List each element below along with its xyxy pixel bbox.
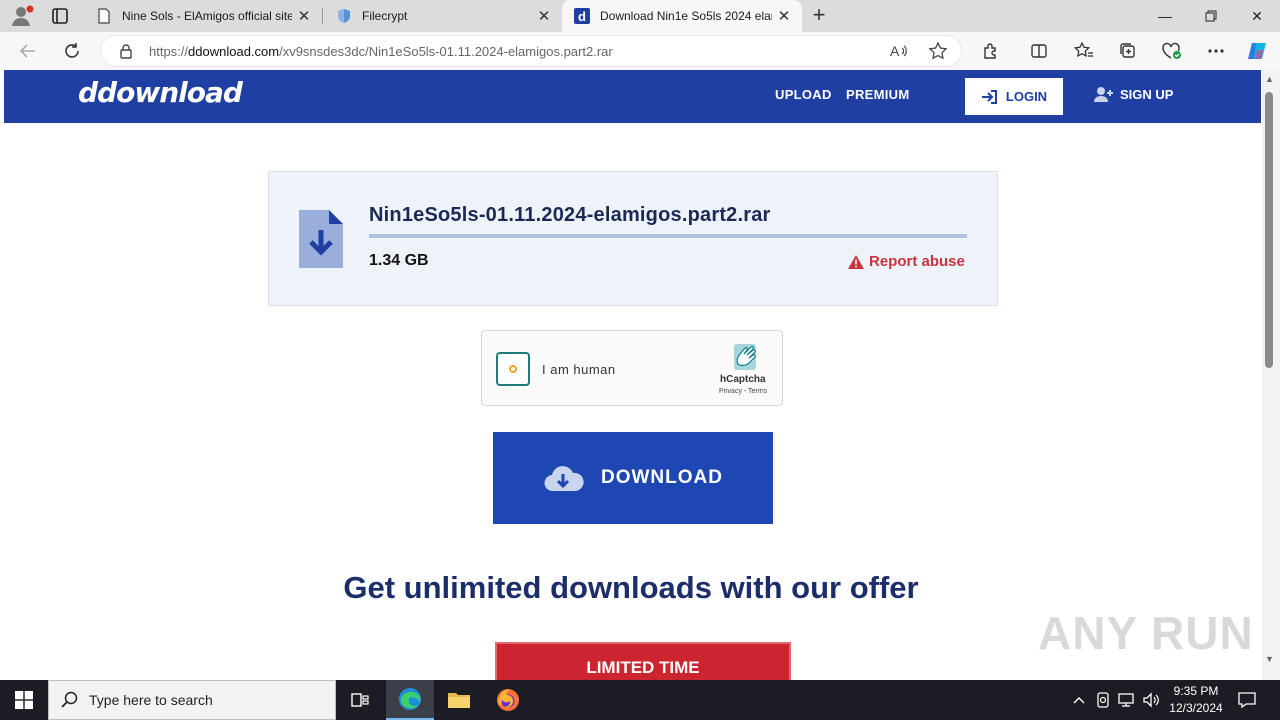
tab-divider [322, 8, 323, 24]
device-icon[interactable] [1092, 690, 1114, 710]
tab-actions-icon[interactable] [48, 5, 72, 27]
cloud-download-icon [543, 463, 585, 493]
taskbar-search-box[interactable]: Type here to search [48, 680, 336, 720]
download-button[interactable]: DOWNLOAD [493, 432, 773, 524]
search-placeholder: Type here to search [89, 692, 213, 708]
login-icon [981, 89, 997, 104]
windows-taskbar: Type here to search 9:35 PM 12/3/2024 [0, 680, 1280, 720]
network-icon[interactable] [1116, 690, 1138, 710]
page-icon [96, 8, 112, 24]
url-path: /xv9snsdes3dc/Nin1eSo5ls-01.11.2024-elam… [279, 44, 613, 59]
tab-label: Filecrypt [362, 9, 408, 23]
browser-titlebar: Nine Sols - ElAmigos official site ✕ Fil… [0, 0, 1280, 32]
file-info-card: Nin1eSo5ls-01.11.2024-elamigos.part2.rar… [268, 171, 998, 306]
tab-filecrypt[interactable]: Filecrypt ✕ [324, 0, 562, 32]
login-label: LOGIN [1005, 89, 1048, 104]
page-viewport: ddownload UPLOAD PREMIUM LOGIN SIGN UP N… [0, 70, 1280, 680]
close-icon[interactable]: ✕ [532, 4, 556, 28]
shield-icon [336, 8, 352, 24]
signup-link[interactable]: SIGN UP [1094, 86, 1173, 102]
svg-text:d: d [578, 9, 586, 24]
show-hidden-icons-icon[interactable] [1068, 690, 1090, 710]
captcha-label: I am human [542, 362, 616, 377]
download-label: DOWNLOAD [601, 467, 723, 488]
page-scrollbar[interactable]: ▲ ▼ [1262, 70, 1280, 680]
clock-date: 12/3/2024 [1169, 701, 1223, 715]
tab-label: Download Nin1e So5ls 2024 elam [600, 9, 772, 23]
close-icon[interactable]: ✕ [772, 4, 796, 28]
profile-icon[interactable] [8, 4, 36, 28]
site-header: ddownload UPLOAD PREMIUM LOGIN SIGN UP [4, 70, 1261, 123]
file-divider [369, 234, 967, 238]
hcaptcha-links[interactable]: Privacy - Terms [719, 388, 767, 395]
search-icon [61, 691, 79, 709]
back-button[interactable] [14, 38, 42, 64]
url-text: https://ddownload.com/xv9snsdes3dc/Nin1e… [149, 44, 613, 59]
url-scheme: https:// [149, 44, 189, 59]
tab-ddownload[interactable]: d Download Nin1e So5ls 2024 elam ✕ [562, 0, 802, 32]
close-window-button[interactable]: ✕ [1234, 0, 1280, 32]
start-button[interactable] [0, 680, 48, 720]
url-domain: ddownload.com [188, 44, 280, 59]
add-user-icon [1094, 86, 1114, 102]
nav-premium[interactable]: PREMIUM [846, 87, 910, 102]
file-download-icon [299, 210, 343, 268]
new-tab-button[interactable]: + [806, 4, 832, 28]
scroll-down-arrow-icon[interactable]: ▼ [1265, 654, 1274, 664]
warning-icon [847, 254, 865, 270]
ddownload-favicon-icon: d [574, 8, 590, 24]
address-bar[interactable]: https://ddownload.com/xv9snsdes3dc/Nin1e… [100, 35, 962, 67]
firefox-icon[interactable] [484, 680, 532, 720]
task-view-icon[interactable] [336, 680, 384, 720]
report-abuse-link[interactable]: Report abuse [847, 253, 965, 270]
signup-label: SIGN UP [1120, 86, 1174, 102]
svg-text:A: A [890, 43, 900, 59]
split-screen-icon[interactable] [1025, 38, 1053, 64]
file-name: Nin1eSo5ls-01.11.2024-elamigos.part2.rar [369, 204, 771, 226]
site-logo[interactable]: ddownload [78, 76, 243, 109]
offer-headline: Get unlimited downloads with our offer [343, 570, 919, 605]
favorite-star-icon[interactable] [928, 41, 948, 65]
extensions-icon[interactable] [977, 38, 1005, 64]
hcaptcha-logo-icon [728, 340, 762, 374]
scroll-up-arrow-icon[interactable]: ▲ [1265, 74, 1274, 84]
file-explorer-icon[interactable] [435, 680, 483, 720]
favorites-icon[interactable] [1070, 38, 1098, 64]
system-clock[interactable]: 9:35 PM 12/3/2024 [1160, 683, 1232, 717]
tab-label: Nine Sols - ElAmigos official site [122, 9, 292, 23]
close-icon[interactable]: ✕ [292, 4, 316, 28]
nav-upload[interactable]: UPLOAD [775, 87, 832, 102]
captcha-checkbox[interactable] [496, 352, 530, 386]
refresh-button[interactable] [58, 38, 86, 64]
scroll-thumb[interactable] [1265, 92, 1273, 368]
notifications-icon[interactable] [1236, 690, 1258, 710]
hcaptcha-widget: I am human hCaptcha Privacy - Terms [481, 330, 783, 406]
restore-button[interactable] [1188, 0, 1234, 32]
copilot-icon[interactable] [1244, 38, 1272, 64]
browser-essentials-icon[interactable] [1158, 38, 1186, 64]
limited-time-badge[interactable]: LIMITED TIME [495, 642, 791, 680]
file-size: 1.34 GB [369, 252, 429, 269]
browser-toolbar: https://ddownload.com/xv9snsdes3dc/Nin1e… [0, 32, 1280, 70]
clock-time: 9:35 PM [1173, 684, 1219, 698]
read-aloud-icon[interactable]: A [889, 42, 909, 65]
collections-icon[interactable] [1114, 38, 1142, 64]
anyrun-watermark: ANY RUN [1038, 607, 1254, 659]
report-abuse-label: Report abuse [869, 253, 965, 270]
edge-taskbar-icon[interactable] [386, 680, 434, 720]
minimize-button[interactable]: — [1142, 0, 1188, 32]
captcha-spinner-icon [509, 365, 517, 373]
tab-elamigos[interactable]: Nine Sols - ElAmigos official site ✕ [84, 0, 322, 32]
lock-icon[interactable] [119, 43, 133, 64]
more-menu-icon[interactable] [1202, 38, 1230, 64]
volume-icon[interactable] [1140, 690, 1162, 710]
login-button[interactable]: LOGIN [965, 78, 1063, 115]
hcaptcha-brand: hCaptcha [720, 374, 766, 385]
